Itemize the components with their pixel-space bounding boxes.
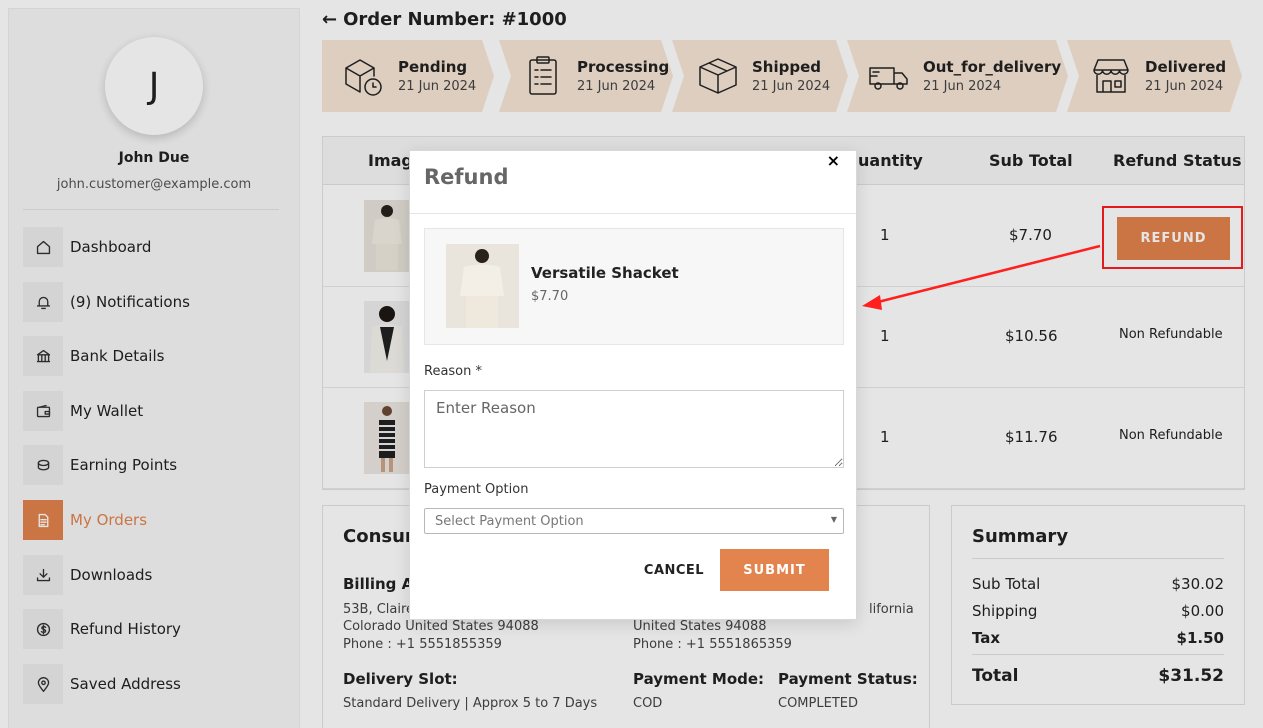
chevron-down-icon: ▼ xyxy=(830,515,837,524)
refund-product-card: Versatile Shacket $7.70 xyxy=(424,228,844,345)
close-icon[interactable]: × xyxy=(827,151,840,170)
payment-option-label: Payment Option xyxy=(424,482,529,497)
payment-select-placeholder: Select Payment Option xyxy=(435,514,584,529)
product-price: $7.70 xyxy=(531,289,569,304)
cancel-button[interactable]: CANCEL xyxy=(636,549,712,591)
payment-option-select[interactable]: Select Payment Option ▼ xyxy=(424,508,844,534)
product-image xyxy=(446,244,519,328)
reason-label: Reason * xyxy=(424,364,483,379)
modal-divider xyxy=(410,213,856,214)
product-name: Versatile Shacket xyxy=(531,264,679,282)
modal-title: Refund xyxy=(424,165,509,189)
reason-input[interactable] xyxy=(424,390,844,468)
submit-button[interactable]: SUBMIT xyxy=(720,549,829,591)
refund-modal: Refund × Versatile Shacket $7.70 Reason … xyxy=(409,150,857,620)
